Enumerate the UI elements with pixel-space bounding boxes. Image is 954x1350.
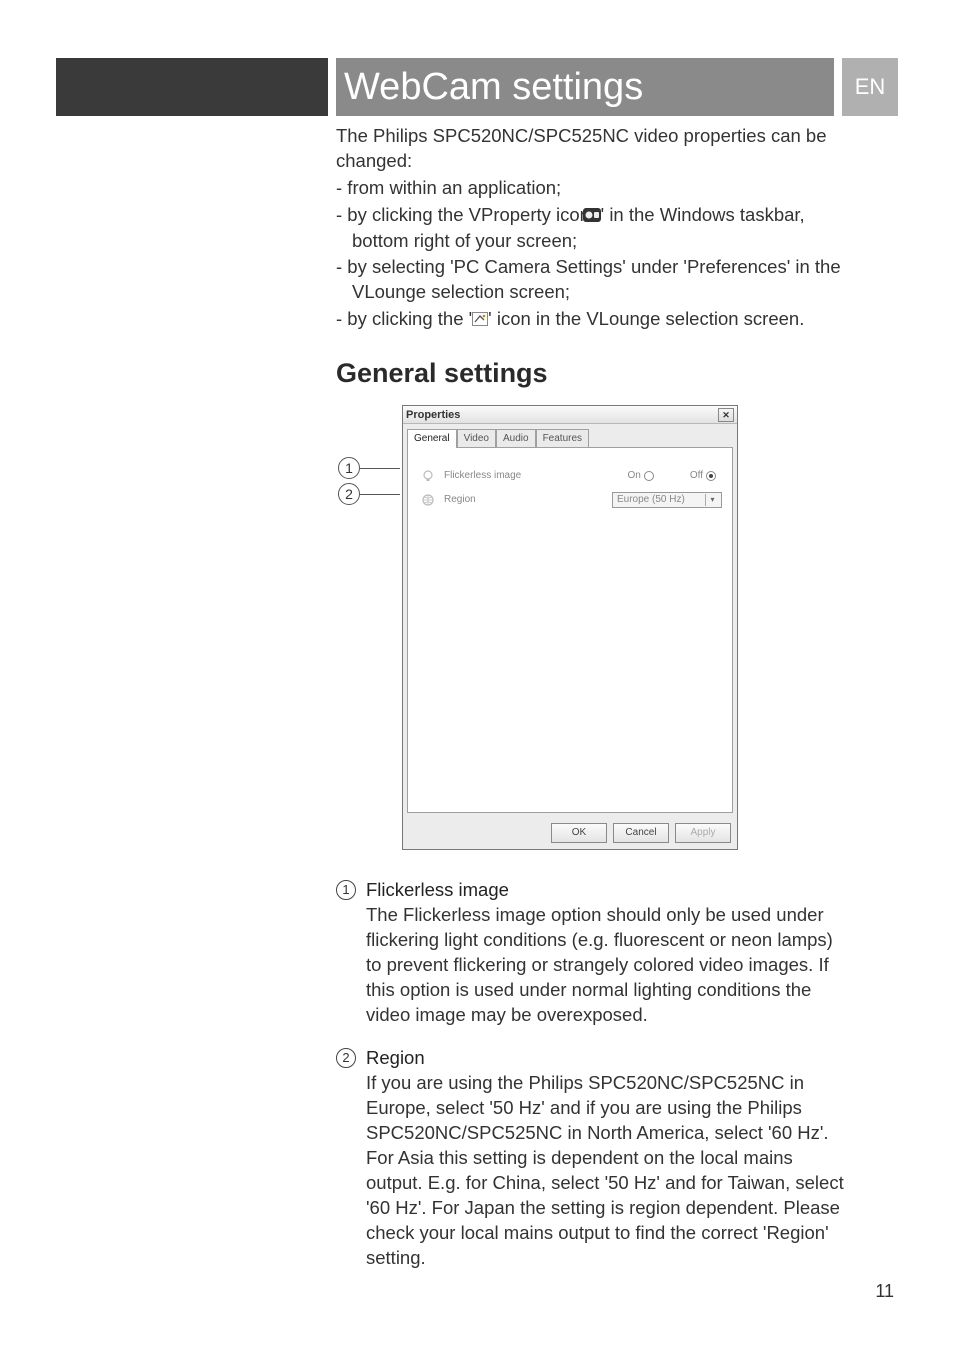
radio-off-dot (706, 471, 716, 481)
region-select-value: Europe (50 Hz) (617, 493, 685, 507)
explanation-1-body: Flickerless image The Flickerless image … (366, 878, 848, 1028)
globe-icon (418, 492, 438, 508)
callout-2: 2 (338, 483, 400, 505)
explanation-1: 1 Flickerless image The Flickerless imag… (336, 878, 848, 1028)
dialog-title: Properties (406, 408, 460, 423)
callout-2-number: 2 (338, 483, 360, 505)
properties-dialog: Properties ✕ General Video Audio Feature… (402, 405, 738, 850)
dialog-figure: 1 2 Properties ✕ General Video Audio Fea… (336, 405, 756, 850)
apply-button[interactable]: Apply (675, 823, 731, 843)
page-title: WebCam settings (336, 58, 834, 116)
radio-on-dot (644, 471, 654, 481)
chevron-down-icon: ▾ (705, 494, 719, 506)
radio-off[interactable]: Off (690, 469, 716, 483)
bulb-icon (418, 468, 438, 484)
intro-text: The Philips SPC520NC/SPC525NC video prop… (336, 124, 848, 333)
explanation-1-label: Flickerless image (366, 878, 848, 903)
radio-off-label: Off (690, 469, 703, 483)
region-select[interactable]: Europe (50 Hz) ▾ (612, 492, 722, 508)
dialog-titlebar: Properties ✕ (403, 406, 737, 424)
explanation-1-number: 1 (336, 880, 356, 900)
callout-2-line (360, 494, 400, 495)
page-header: WebCam settings EN (56, 58, 898, 116)
explanation-1-text: The Flickerless image option should only… (366, 903, 848, 1028)
callout-1-number: 1 (338, 457, 360, 479)
page-content: The Philips SPC520NC/SPC525NC video prop… (336, 124, 848, 1288)
intro-item-1: - from within an application; (336, 176, 848, 201)
tab-features[interactable]: Features (536, 429, 589, 448)
header-dark-block (56, 58, 328, 116)
row-region: Region Europe (50 Hz) ▾ (418, 492, 722, 508)
page-number: 11 (875, 1281, 894, 1302)
intro-item-3: - by selecting 'PC Camera Settings' unde… (336, 255, 848, 305)
tab-video[interactable]: Video (457, 429, 496, 448)
explanation-2-number: 2 (336, 1048, 356, 1068)
cancel-button[interactable]: Cancel (613, 823, 669, 843)
intro-item-4: - by clicking the '' icon in the VLounge… (336, 307, 848, 333)
radio-on[interactable]: On (628, 469, 654, 483)
explanation-2: 2 Region If you are using the Philips SP… (336, 1046, 848, 1271)
intro-lead: The Philips SPC520NC/SPC525NC video prop… (336, 124, 848, 174)
row-flickerless: Flickerless image On Off (418, 468, 722, 484)
dialog-tabstrip: General Video Audio Features (403, 424, 737, 447)
tab-audio[interactable]: Audio (496, 429, 536, 448)
callout-1: 1 (338, 457, 400, 479)
region-label: Region (438, 493, 548, 507)
section-heading: General settings (336, 355, 848, 391)
callout-1-line (360, 468, 400, 469)
flickerless-radio-group: On Off (628, 469, 717, 483)
dialog-tabpanel: Flickerless image On Off Region Europe (… (407, 447, 733, 813)
tab-general[interactable]: General (407, 429, 457, 448)
flickerless-label: Flickerless image (438, 469, 548, 483)
language-badge: EN (842, 58, 898, 116)
vproperty-icon (599, 204, 601, 229)
radio-on-label: On (628, 469, 641, 483)
dialog-buttons: OK Cancel Apply (403, 817, 737, 849)
vlounge-tool-icon (472, 308, 488, 333)
explanation-2-body: Region If you are using the Philips SPC5… (366, 1046, 848, 1271)
close-icon[interactable]: ✕ (718, 408, 734, 422)
explanation-2-text: If you are using the Philips SPC520NC/SP… (366, 1071, 848, 1271)
ok-button[interactable]: OK (551, 823, 607, 843)
explanation-2-label: Region (366, 1046, 848, 1071)
intro-item-2: - by clicking the VProperty icon '' in t… (336, 203, 848, 254)
